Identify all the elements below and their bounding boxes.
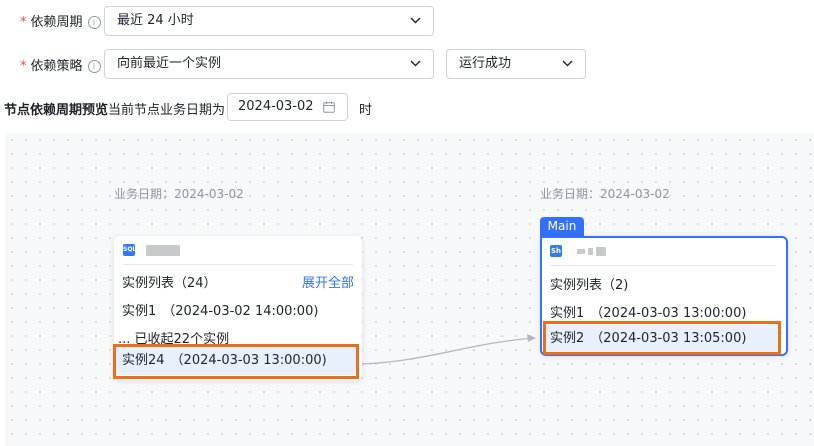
- status-select[interactable]: 运行成功: [446, 49, 586, 79]
- main-tag: Main: [540, 217, 584, 236]
- calendar-icon: [323, 101, 335, 113]
- chevron-down-icon: [410, 17, 421, 24]
- cycle-label-group: * 依赖周期 i: [20, 11, 101, 30]
- strategy-select-value: 向前最近一个实例: [117, 56, 222, 71]
- instance-time: （2024-03-03 13:00:00): [590, 306, 747, 321]
- strategy-select[interactable]: 向前最近一个实例: [104, 49, 434, 79]
- chevron-down-icon: [410, 60, 421, 67]
- expand-all-link[interactable]: 展开全部: [302, 272, 354, 291]
- chevron-down-icon: [562, 60, 573, 67]
- instance-list-title: 实例列表（24）: [122, 276, 217, 291]
- info-circle-icon[interactable]: i: [87, 60, 101, 73]
- strategy-label: 依赖策略: [30, 59, 83, 74]
- business-date-value: 2024-03-02: [238, 99, 314, 114]
- preview-suffix: 时: [359, 103, 373, 118]
- instance-name: 实例1: [550, 306, 585, 321]
- highlight-box: [113, 344, 359, 379]
- cycle-select-value: 最近 24 小时: [117, 13, 194, 28]
- left-date-label: 业务日期：2024-03-02: [114, 187, 244, 201]
- highlight-box: [543, 321, 781, 355]
- strategy-label-group: * 依赖策略 i: [20, 55, 101, 74]
- required-mark: *: [20, 15, 27, 30]
- info-circle-icon[interactable]: i: [87, 16, 101, 29]
- redacted-node-name: [577, 249, 585, 254]
- redacted-node-name: [596, 247, 606, 256]
- instance-time: （2024-03-02 14:00:00): [162, 304, 319, 319]
- instance-list-title: 实例列表（2): [550, 278, 629, 293]
- redacted-node-name: [588, 248, 593, 255]
- redacted-node-name: [146, 245, 180, 256]
- divider: [550, 265, 776, 266]
- divider: [123, 264, 353, 265]
- status-select-value: 运行成功: [459, 56, 512, 71]
- dependency-edge: [359, 334, 536, 365]
- sql-type-icon: SQL: [123, 244, 136, 256]
- required-mark: *: [20, 59, 27, 74]
- shell-type-icon: Sh: [550, 245, 562, 257]
- instance-row[interactable]: 实例1 （2024-03-02 14:00:00): [122, 300, 318, 319]
- right-date-label: 业务日期：2024-03-02: [540, 187, 670, 201]
- instance-row[interactable]: 实例1 （2024-03-03 13:00:00): [550, 302, 746, 321]
- preview-title: 节点依赖周期预览: [4, 103, 109, 118]
- instance-name: 实例1: [122, 304, 157, 319]
- business-date-input[interactable]: 2024-03-02: [227, 93, 348, 121]
- preview-date-prefix: 当前节点业务日期为: [108, 103, 226, 118]
- cycle-label: 依赖周期: [30, 15, 83, 30]
- cycle-select[interactable]: 最近 24 小时: [104, 6, 434, 36]
